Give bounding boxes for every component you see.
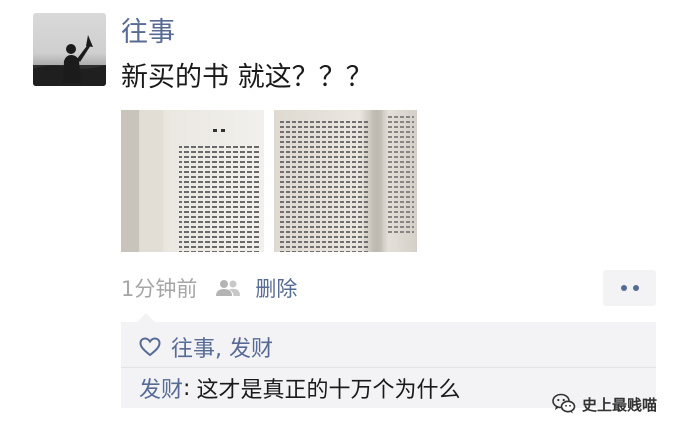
wechat-icon (552, 393, 576, 414)
avatar[interactable] (33, 13, 106, 86)
likes-names[interactable]: 往事, 发财 (171, 331, 273, 363)
post-meta-row: 1分钟前 删除 (121, 272, 297, 304)
comment-author[interactable]: 发财 (139, 372, 183, 404)
watermark: 史上最贱喵 (552, 392, 657, 416)
likes-comments-divider (121, 367, 656, 368)
post-timestamp: 1分钟前 (121, 277, 198, 301)
photo-1-image (121, 110, 264, 252)
book-page-photo-1[interactable] (121, 110, 264, 252)
post-author-name[interactable]: 往事 (121, 10, 175, 49)
comment-separator: : (183, 375, 191, 401)
more-dots-icon (620, 285, 627, 291)
watermark-text: 史上最贱喵 (582, 395, 658, 414)
delete-button[interactable]: 删除 (255, 273, 297, 303)
comment-text: 这才是真正的十万个为什么 (196, 378, 461, 403)
more-dot (632, 285, 639, 291)
likes-row: 往事, 发财 (139, 331, 273, 363)
post-text: 新买的书 就这？？？ (121, 62, 373, 93)
friends-icon (216, 280, 241, 296)
photo-2-image (274, 110, 417, 252)
heart-icon (139, 337, 161, 357)
book-page-photo-2[interactable] (274, 110, 417, 252)
more-options-button[interactable] (603, 270, 656, 306)
avatar-silhouette-icon (33, 35, 106, 86)
moments-post: 往事 新买的书 就这？？？ 1分钟前 删除 往事, 发财 发财: 这才是真正的… (0, 0, 690, 432)
comment-item[interactable]: 发财 : 这才是真正的十万个为什么 (139, 372, 460, 404)
